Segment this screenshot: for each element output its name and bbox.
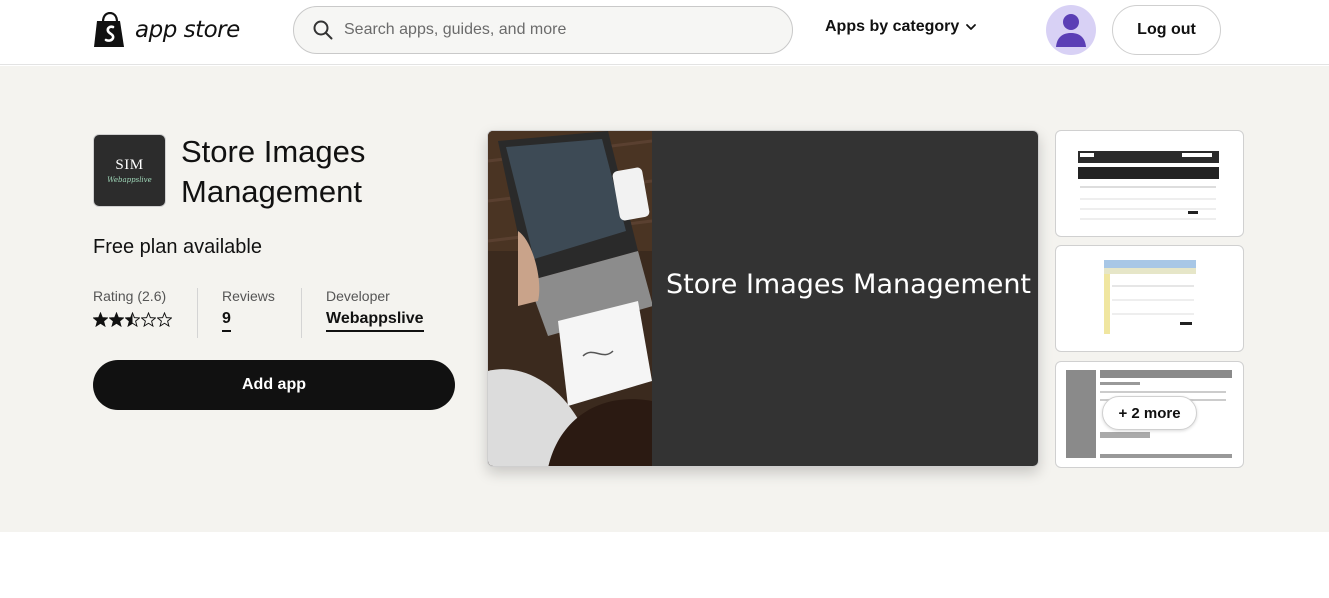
star-empty-icon (141, 312, 156, 327)
reviews-stat: Reviews 9 (197, 288, 301, 338)
apps-by-category-dropdown[interactable]: Apps by category (825, 18, 977, 36)
reviews-count-link[interactable]: 9 (222, 310, 231, 332)
app-store-logo[interactable]: app store (93, 12, 240, 48)
user-avatar[interactable] (1046, 5, 1096, 55)
app-icon-subtext: Webappslive (107, 176, 152, 184)
screenshot-thumbnail-1[interactable] (1055, 130, 1244, 237)
rating-stat: Rating (2.6) (93, 288, 197, 338)
app-title: Store Images Management (181, 134, 366, 209)
rating-label: Rating (2.6) (93, 288, 167, 304)
more-media-button[interactable]: + 2 more (1102, 396, 1197, 430)
star-half-icon (125, 312, 140, 327)
developer-label: Developer (326, 288, 390, 304)
screenshot-preview (1078, 151, 1219, 220)
app-hero: SIM Webappslive Store Images Management … (0, 66, 1329, 532)
top-header: app store Apps by category Log out (0, 0, 1329, 65)
user-icon (1056, 14, 1086, 47)
search-input[interactable] (344, 21, 764, 39)
shopify-bag-icon (94, 12, 124, 47)
screenshot-thumbnail-2[interactable] (1055, 245, 1244, 352)
app-icon: SIM Webappslive (93, 134, 166, 207)
developer-link[interactable]: Webappslive (326, 310, 424, 332)
category-label: Apps by category (825, 18, 960, 35)
app-stats: Rating (2.6) Reviews 9 Developer Webapps… (93, 288, 424, 338)
logout-button[interactable]: Log out (1112, 5, 1221, 55)
star-empty-icon (157, 312, 172, 327)
search-bar[interactable] (293, 6, 793, 54)
app-icon-text: SIM (115, 157, 144, 173)
developer-stat: Developer Webappslive (301, 288, 424, 338)
laptop-desk-photo (488, 131, 652, 466)
main-media-preview[interactable]: Store Images Management (487, 130, 1039, 467)
add-app-button[interactable]: Add app (93, 360, 455, 410)
star-full-icon (93, 312, 108, 327)
search-icon (313, 20, 333, 40)
logo-text: app store (135, 17, 240, 43)
star-rating (93, 312, 197, 327)
screenshot-preview (1104, 260, 1196, 334)
star-full-icon (109, 312, 124, 327)
reviews-label: Reviews (222, 288, 275, 304)
media-caption: Store Images Management (666, 269, 1032, 300)
pricing-plan: Free plan available (93, 236, 262, 258)
chevron-down-icon (966, 24, 977, 30)
